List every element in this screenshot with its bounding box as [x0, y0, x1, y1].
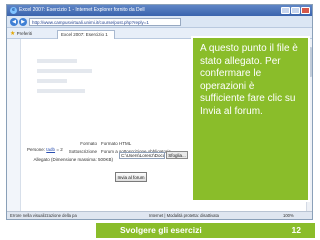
submit-to-forum-button[interactable]: Invia al forum	[115, 172, 147, 182]
maximize-button[interactable]	[291, 7, 300, 14]
close-button[interactable]	[301, 7, 310, 14]
forward-arrow-icon[interactable]: ▶	[19, 18, 27, 26]
footer-title: Svolgere gli esercizi	[120, 225, 202, 235]
security-zone: Internet | Modalità protetta: disattivat…	[149, 213, 219, 218]
page-number: 12	[291, 225, 301, 235]
sottoscrizione-label: Sottoscrizione	[68, 149, 97, 154]
url-field[interactable]: http://www.campusvirtuali.unimi.it/cours…	[29, 18, 181, 26]
window-title: Excel 2007: Esercizio 1 - Internet Explo…	[19, 7, 145, 13]
status-message: Errore nella visualizzazione della pa	[10, 213, 77, 218]
page-left-margin	[7, 39, 21, 211]
address-bar: ◀ ▶ http://www.campusvirtuali.unimi.it/c…	[7, 16, 312, 28]
slide-footer: Svolgere gli esercizi 12	[96, 223, 315, 238]
allegato-label: Allegato (Dimensione massima: 500KB)	[33, 157, 113, 162]
internet-explorer-icon: e	[10, 7, 17, 14]
tab-excel-esercizio[interactable]: Excel 2007: Esercizio 1	[57, 30, 115, 39]
back-arrow-icon[interactable]: ◀	[10, 18, 18, 26]
star-icon: ★	[10, 31, 16, 37]
status-bar: Errore nella visualizzazione della pa In…	[7, 211, 312, 219]
instruction-callout: A questo punto il file è stato allegato.…	[191, 36, 310, 202]
attachment-path-field[interactable]: C:\Users\Lorenz\Documen	[119, 152, 165, 159]
formato-value: Formato HTML	[101, 141, 132, 146]
formato-label: Formato	[80, 141, 97, 146]
minimize-button[interactable]	[281, 7, 290, 14]
window-controls	[281, 7, 310, 14]
callout-text: A questo punto il file è stato allegato.…	[200, 43, 298, 117]
faded-page-content	[37, 59, 97, 119]
browse-button[interactable]: Sfoglia...	[166, 151, 188, 159]
formato-row: Formato Formato HTML	[25, 141, 131, 146]
browser-titlebar: e Excel 2007: Esercizio 1 - Internet Exp…	[7, 5, 312, 16]
favorites-button[interactable]: ★ Preferiti	[10, 30, 32, 38]
slide: e Excel 2007: Esercizio 1 - Internet Exp…	[0, 0, 320, 240]
zoom-level[interactable]: 100%	[283, 212, 294, 219]
